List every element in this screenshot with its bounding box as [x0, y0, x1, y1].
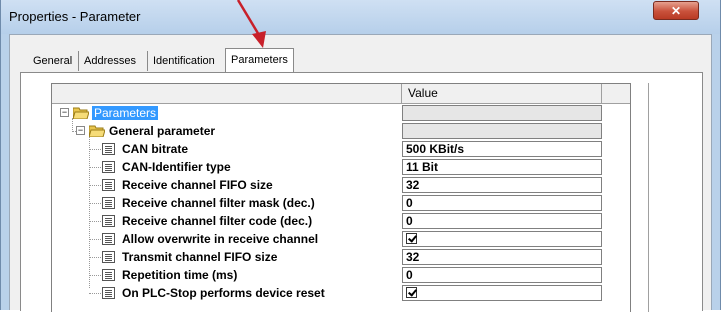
parameter-label: Receive channel filter code (dec.) — [122, 214, 313, 228]
tab-addresses[interactable]: Addresses — [78, 51, 141, 71]
parameter-icon — [102, 233, 115, 245]
tree-line — [89, 221, 101, 222]
tree-line — [89, 239, 101, 240]
folder-open-icon — [89, 125, 105, 137]
parameter-value-field[interactable]: 0 — [402, 195, 602, 211]
parameter-value-checkbox[interactable] — [402, 231, 602, 247]
tab-parameters-label: Parameters — [231, 54, 288, 66]
grid-header: Value — [52, 84, 630, 104]
tree-line — [89, 257, 101, 258]
parameter-row[interactable]: Receive channel FIFO size 32 — [52, 176, 630, 194]
parameter-value-field[interactable]: 32 — [402, 177, 602, 193]
tree-line — [89, 149, 101, 150]
parameter-icon — [102, 143, 115, 155]
tree-line — [89, 203, 101, 204]
parameter-icon — [102, 251, 115, 263]
value-cell-parameters — [402, 105, 602, 121]
parameter-label: On PLC-Stop performs device reset — [122, 286, 325, 300]
parameter-icon — [102, 215, 115, 227]
tree-line — [89, 185, 101, 186]
tab-parameters[interactable]: Parameters — [225, 48, 294, 72]
tree-line — [89, 167, 101, 168]
folder-open-icon — [73, 107, 89, 119]
parameter-icon — [102, 197, 115, 209]
parameter-icon — [102, 179, 115, 191]
tree-line — [89, 293, 101, 294]
collapse-icon[interactable]: − — [60, 108, 69, 117]
parameter-label: Repetition time (ms) — [122, 268, 238, 282]
parameter-row[interactable]: On PLC-Stop performs device reset — [52, 284, 630, 302]
value-cell-general-parameter — [402, 123, 602, 139]
parameter-label: Transmit channel FIFO size — [122, 250, 278, 264]
tab-identification[interactable]: Identification — [147, 51, 220, 71]
parameter-icon — [102, 287, 115, 299]
title-bar[interactable]: Properties - Parameter ✕ — [1, 0, 720, 34]
parameter-icon — [102, 269, 115, 281]
name-column-header[interactable] — [52, 84, 402, 103]
parameter-value-checkbox[interactable] — [402, 285, 602, 301]
window-title: Properties - Parameter — [9, 9, 141, 24]
parameter-row[interactable]: CAN-Identifier type 11 Bit — [52, 158, 630, 176]
parameter-row[interactable]: Receive channel filter mask (dec.) 0 — [52, 194, 630, 212]
tree-label-general-parameter: General parameter — [109, 124, 216, 138]
tab-identification-label: Identification — [153, 55, 215, 67]
collapse-icon[interactable]: − — [76, 126, 85, 135]
parameter-label: CAN bitrate — [122, 142, 189, 156]
parameter-row[interactable]: Repetition time (ms) 0 — [52, 266, 630, 284]
parameter-row[interactable]: Allow overwrite in receive channel — [52, 230, 630, 248]
close-icon: ✕ — [670, 4, 682, 18]
parameters-tab-pane: Value − Parameters − General parameter C… — [20, 72, 703, 312]
properties-window: Properties - Parameter ✕ General Address… — [0, 0, 721, 312]
tree-row-general-parameter[interactable]: − General parameter — [52, 122, 630, 140]
checkbox-checked-icon[interactable] — [406, 233, 417, 244]
grid-side-area — [648, 83, 695, 312]
parameter-value-field[interactable]: 11 Bit — [402, 159, 602, 175]
checkbox-checked-icon[interactable] — [406, 287, 417, 298]
tab-general[interactable]: General — [28, 51, 77, 71]
dialog-client-area: General Addresses Identification Paramet… — [9, 34, 712, 312]
parameter-grid: Value − Parameters − General parameter C… — [51, 83, 631, 312]
parameter-icon — [102, 161, 115, 173]
parameter-value-field[interactable]: 0 — [402, 267, 602, 283]
value-column-header[interactable]: Value — [402, 84, 602, 103]
parameter-label: Allow overwrite in receive channel — [122, 232, 319, 246]
parameter-label: Receive channel filter mask (dec.) — [122, 196, 315, 210]
parameter-value-field[interactable]: 32 — [402, 249, 602, 265]
parameter-value-field[interactable]: 500 KBit/s — [402, 141, 602, 157]
tab-addresses-label: Addresses — [84, 55, 136, 67]
parameter-value-field[interactable]: 0 — [402, 213, 602, 229]
close-button[interactable]: ✕ — [653, 1, 699, 20]
tab-general-label: General — [33, 55, 73, 67]
parameter-row[interactable]: Transmit channel FIFO size 32 — [52, 248, 630, 266]
parameter-row[interactable]: Receive channel filter code (dec.) 0 — [52, 212, 630, 230]
tree-row-parameters[interactable]: − Parameters — [52, 104, 630, 122]
parameter-label: CAN-Identifier type — [122, 160, 231, 174]
tree-label-parameters: Parameters — [92, 106, 159, 120]
tree-line — [89, 275, 101, 276]
parameter-label: Receive channel FIFO size — [122, 178, 273, 192]
parameter-row[interactable]: CAN bitrate 500 KBit/s — [52, 140, 630, 158]
